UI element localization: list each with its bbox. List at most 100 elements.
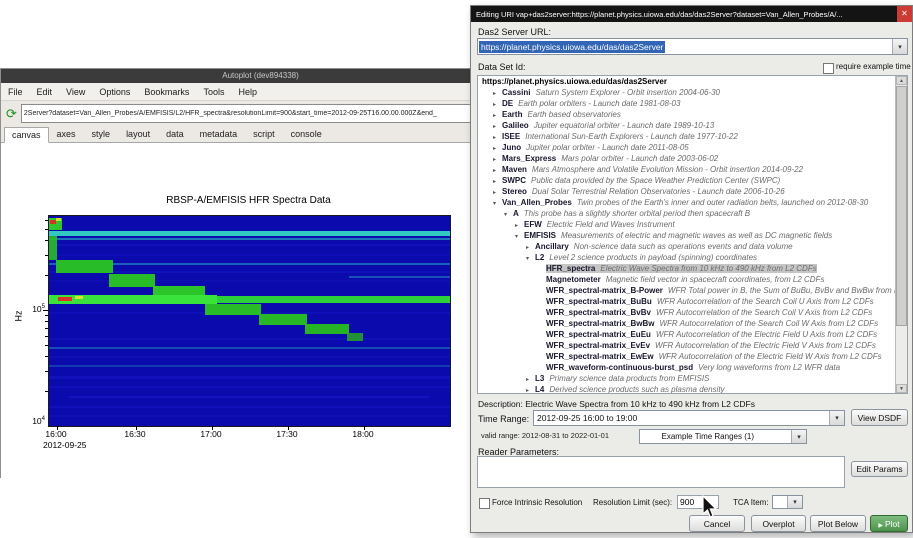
tab-data[interactable]: data <box>158 126 192 142</box>
tree-item-EMFISIS[interactable]: ▾EMFISISMeasurements of electric and mag… <box>478 230 896 241</box>
edit-params-button[interactable]: Edit Params <box>851 461 908 477</box>
tree-item-L3[interactable]: ▸L3Primary science data products from EM… <box>478 373 896 384</box>
uri-combo[interactable]: 2Server?dataset=Van_Allen_Probes/A/EMFIS… <box>21 104 515 123</box>
force-intrinsic-resolution-checkbox[interactable] <box>479 498 490 509</box>
tree-toggle-icon[interactable]: ▸ <box>493 122 502 131</box>
tree-toggle-icon[interactable]: ▸ <box>526 243 535 252</box>
tree-item-content: JunoJupiter polar orbiter - Launch date … <box>502 143 689 152</box>
menu-item-file[interactable]: File <box>1 87 30 97</box>
reader-parameters-input[interactable] <box>477 456 845 488</box>
example-time-ranges-combo[interactable]: Example Time Ranges (1) ▾ <box>639 429 807 444</box>
tree-toggle-icon[interactable]: ▸ <box>493 100 502 109</box>
scroll-down-icon[interactable]: ▼ <box>896 384 907 393</box>
tree-toggle-icon[interactable]: ▸ <box>515 221 524 230</box>
close-button[interactable]: ✕ <box>897 6 912 22</box>
tca-dropdown-icon[interactable]: ▾ <box>787 496 802 508</box>
tree-item-content: MavenMars Atmosphere and Volatile Evolut… <box>502 165 803 174</box>
tree-item-desc: Jupiter polar orbiter - Launch date 2011… <box>526 143 689 152</box>
time-range-combo[interactable]: 2012-09-25 16:00 to 19:00 ▾ <box>533 410 845 426</box>
tree-item-EFW[interactable]: ▸EFWElectric Field and Waves Instrument <box>478 219 896 230</box>
tree-item-Mars_Express[interactable]: ▸Mars_ExpressMars polar orbiter - Launch… <box>478 153 896 164</box>
dialog-titlebar[interactable]: Editing URI vap+das2server:https://plane… <box>471 6 912 22</box>
autoplot-titlebar[interactable]: Autoplot (dev894338) <box>1 69 520 83</box>
tree-item-DE[interactable]: ▸DEEarth polar orbiters - Launch date 19… <box>478 98 896 109</box>
server-url-combo[interactable]: https://planet.physics.uiowa.edu/das/das… <box>477 38 908 55</box>
tree-toggle-icon[interactable]: ▸ <box>493 133 502 142</box>
tree-item-L4[interactable]: ▸L4Derived science products such as plas… <box>478 384 896 393</box>
plot-below-button[interactable]: Plot Below <box>810 515 866 532</box>
tree-item-WFR_spectral-matrix_BwBw[interactable]: WFR_spectral-matrix_BwBwWFR Autocorrelat… <box>478 318 896 329</box>
tree-item-Earth[interactable]: ▸EarthEarth based observatories <box>478 109 896 120</box>
tab-layout[interactable]: layout <box>118 126 158 142</box>
tree-item-root[interactable]: https://planet.physics.uiowa.edu/das/das… <box>478 76 896 87</box>
menu-item-help[interactable]: Help <box>231 87 264 97</box>
tree-item-Magnetometer[interactable]: MagnetometerMagnetic field vector in spa… <box>478 274 896 285</box>
y-tick-mark <box>45 328 48 329</box>
tree-item-WFR_spectral-matrix_EvEv[interactable]: WFR_spectral-matrix_EvEvWFR Autocorrelat… <box>478 340 896 351</box>
tree-toggle-icon[interactable]: ▸ <box>493 188 502 197</box>
uri-input[interactable]: 2Server?dataset=Van_Allen_Probes/A/EMFIS… <box>22 110 502 117</box>
tab-axes[interactable]: axes <box>49 126 84 142</box>
tree-item-Galileo[interactable]: ▸GalileoJupiter equatorial orbiter - Lau… <box>478 120 896 131</box>
tree-item-WFR_waveform-continuous-burst_psd[interactable]: WFR_waveform-continuous-burst_psdVery lo… <box>478 362 896 373</box>
example-ranges-dropdown-icon[interactable]: ▾ <box>791 430 806 443</box>
tree-toggle-icon[interactable]: ▾ <box>515 232 524 241</box>
reload-icon[interactable]: ⟳ <box>6 107 17 120</box>
spectrogram-plot[interactable] <box>48 215 451 427</box>
time-range-dropdown-icon[interactable]: ▾ <box>829 411 844 425</box>
tree-toggle-icon[interactable]: ▸ <box>493 111 502 120</box>
tab-style[interactable]: style <box>84 126 119 142</box>
view-dsdf-button[interactable]: View DSDF <box>851 409 908 426</box>
tree-toggle-icon[interactable]: ▸ <box>493 89 502 98</box>
tree-item-Maven[interactable]: ▸MavenMars Atmosphere and Volatile Evolu… <box>478 164 896 175</box>
tree-item-WFR_spectral-matrix_BvBv[interactable]: WFR_spectral-matrix_BvBvWFR Autocorrelat… <box>478 307 896 318</box>
tree-toggle-icon[interactable]: ▸ <box>526 386 535 393</box>
tree-item-SWPC[interactable]: ▸SWPCPublic data provided by the Space W… <box>478 175 896 186</box>
tab-canvas[interactable]: canvas <box>4 127 49 143</box>
menu-item-view[interactable]: View <box>59 87 92 97</box>
tab-metadata[interactable]: metadata <box>192 126 246 142</box>
scrollbar-thumb[interactable] <box>896 86 907 326</box>
tree-item-WFR_spectral-matrix_BuBu[interactable]: WFR_spectral-matrix_BuBuWFR Autocorrelat… <box>478 296 896 307</box>
tree-item-A[interactable]: ▾AThis probe has a slightly shorter orbi… <box>478 208 896 219</box>
overplot-button[interactable]: Overplot <box>751 515 806 532</box>
tree-item-Cassini[interactable]: ▸CassiniSaturn System Explorer - Orbit i… <box>478 87 896 98</box>
tree-scrollbar[interactable]: ▲ ▼ <box>895 76 907 393</box>
tab-console[interactable]: console <box>283 126 330 142</box>
server-url-dropdown-icon[interactable]: ▾ <box>892 39 907 54</box>
tree-item-content: WFR_spectral-matrix_BwBwWFR Autocorrelat… <box>546 319 878 328</box>
tree-toggle-icon[interactable]: ▾ <box>504 210 513 219</box>
tree-item-WFR_spectral-matrix_EwEw[interactable]: WFR_spectral-matrix_EwEwWFR Autocorrelat… <box>478 351 896 362</box>
tree-toggle-icon[interactable]: ▸ <box>526 375 535 384</box>
tree-toggle-icon[interactable]: ▾ <box>526 254 535 263</box>
menu-item-edit[interactable]: Edit <box>30 87 60 97</box>
tree-item-name: A <box>513 209 519 218</box>
tab-script[interactable]: script <box>245 126 283 142</box>
menu-item-bookmarks[interactable]: Bookmarks <box>137 87 196 97</box>
menu-item-tools[interactable]: Tools <box>196 87 231 97</box>
tree-item-Van_Allen_Probes[interactable]: ▾Van_Allen_ProbesTwin probes of the Eart… <box>478 197 896 208</box>
tree-toggle-icon[interactable]: ▸ <box>493 155 502 164</box>
tree-item-content: SWPCPublic data provided by the Space We… <box>502 176 780 185</box>
require-example-time-checkbox[interactable] <box>823 63 834 74</box>
tree-item-HFR_spectra[interactable]: HFR_spectraElectric Wave Spectra from 10… <box>478 263 896 274</box>
tree-item-Ancillary[interactable]: ▸AncillaryNon-science data such as opera… <box>478 241 896 252</box>
tree-item-ISEE[interactable]: ▸ISEEInternational Sun-Earth Explorers -… <box>478 131 896 142</box>
tree-toggle-icon[interactable]: ▸ <box>493 166 502 175</box>
tree-item-WFR_spectral-matrix_B-Power[interactable]: WFR_spectral-matrix_B-PowerWFR Total pow… <box>478 285 896 296</box>
tree-item-L2[interactable]: ▾L2Level 2 science products in payload (… <box>478 252 896 263</box>
scroll-up-icon[interactable]: ▲ <box>896 76 907 85</box>
menu-item-options[interactable]: Options <box>92 87 137 97</box>
tree-toggle-icon[interactable]: ▾ <box>493 199 502 208</box>
tree-item-content: WFR_spectral-matrix_BuBuWFR Autocorrelat… <box>546 297 874 306</box>
tree-item-Stereo[interactable]: ▸StereoDual Solar Terrestrial Relation O… <box>478 186 896 197</box>
plot-button[interactable]: ▶Plot <box>870 515 908 532</box>
tree-item-name: WFR_spectral-matrix_BuBu <box>546 297 652 306</box>
tree-toggle-icon[interactable]: ▸ <box>493 177 502 186</box>
tree-item-WFR_spectral-matrix_EuEu[interactable]: WFR_spectral-matrix_EuEuWFR Autocorrelat… <box>478 329 896 340</box>
tree-item-Juno[interactable]: ▸JunoJupiter polar orbiter - Launch date… <box>478 142 896 153</box>
tca-item-combo[interactable]: ▾ <box>772 495 803 509</box>
editing-uri-dialog: Editing URI vap+das2server:https://plane… <box>470 5 913 533</box>
y-tick-mark <box>45 345 48 346</box>
tree-toggle-icon[interactable]: ▸ <box>493 144 502 153</box>
